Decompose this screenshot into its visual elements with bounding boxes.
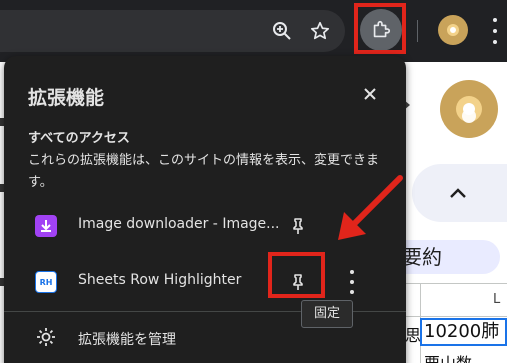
column-header[interactable]: L bbox=[493, 292, 500, 307]
highlight-box-pin bbox=[268, 252, 325, 298]
rh-icon-label: RH bbox=[39, 277, 53, 287]
sheet-cell[interactable]: 要山数 bbox=[424, 350, 472, 363]
pin-icon bbox=[293, 218, 303, 234]
extension-row-sheets-row-highlighter[interactable]: RH Sheets Row Highlighter bbox=[4, 258, 406, 306]
extension-name: Image downloader - Image... bbox=[78, 216, 280, 232]
profile-avatar[interactable] bbox=[438, 15, 468, 45]
manage-extensions-label: 拡張機能を管理 bbox=[78, 332, 176, 348]
popup-title: 拡張機能 bbox=[28, 87, 105, 109]
sheet-cell[interactable]: 思 bbox=[405, 322, 421, 346]
grid-line bbox=[400, 316, 507, 317]
gear-icon bbox=[34, 325, 58, 349]
sheet-cell-selected[interactable]: 10200肺 bbox=[420, 318, 507, 346]
zoom-icon[interactable] bbox=[266, 15, 298, 47]
pin-button[interactable] bbox=[282, 210, 314, 242]
bookmark-star-icon[interactable] bbox=[304, 15, 336, 47]
extension-name: Sheets Row Highlighter bbox=[78, 272, 242, 288]
pin-tooltip: 固定 bbox=[301, 300, 353, 328]
grid-line bbox=[400, 283, 507, 284]
collapse-panel-button[interactable] bbox=[412, 164, 507, 222]
chevron-up-icon bbox=[450, 188, 466, 198]
toolbar-divider bbox=[417, 20, 418, 42]
browser-toolbar bbox=[0, 0, 507, 62]
highlight-box-extensions bbox=[354, 3, 406, 54]
rh-icon: RH bbox=[35, 271, 57, 293]
section-title: すべてのアクセス bbox=[28, 131, 130, 146]
browser-menu-icon[interactable] bbox=[488, 18, 502, 44]
red-arrow-icon bbox=[338, 175, 403, 240]
extension-menu-icon[interactable] bbox=[345, 270, 359, 294]
download-icon bbox=[35, 215, 57, 237]
close-icon bbox=[364, 88, 376, 100]
close-button[interactable] bbox=[356, 80, 384, 108]
page-profile-avatar[interactable] bbox=[440, 80, 498, 138]
